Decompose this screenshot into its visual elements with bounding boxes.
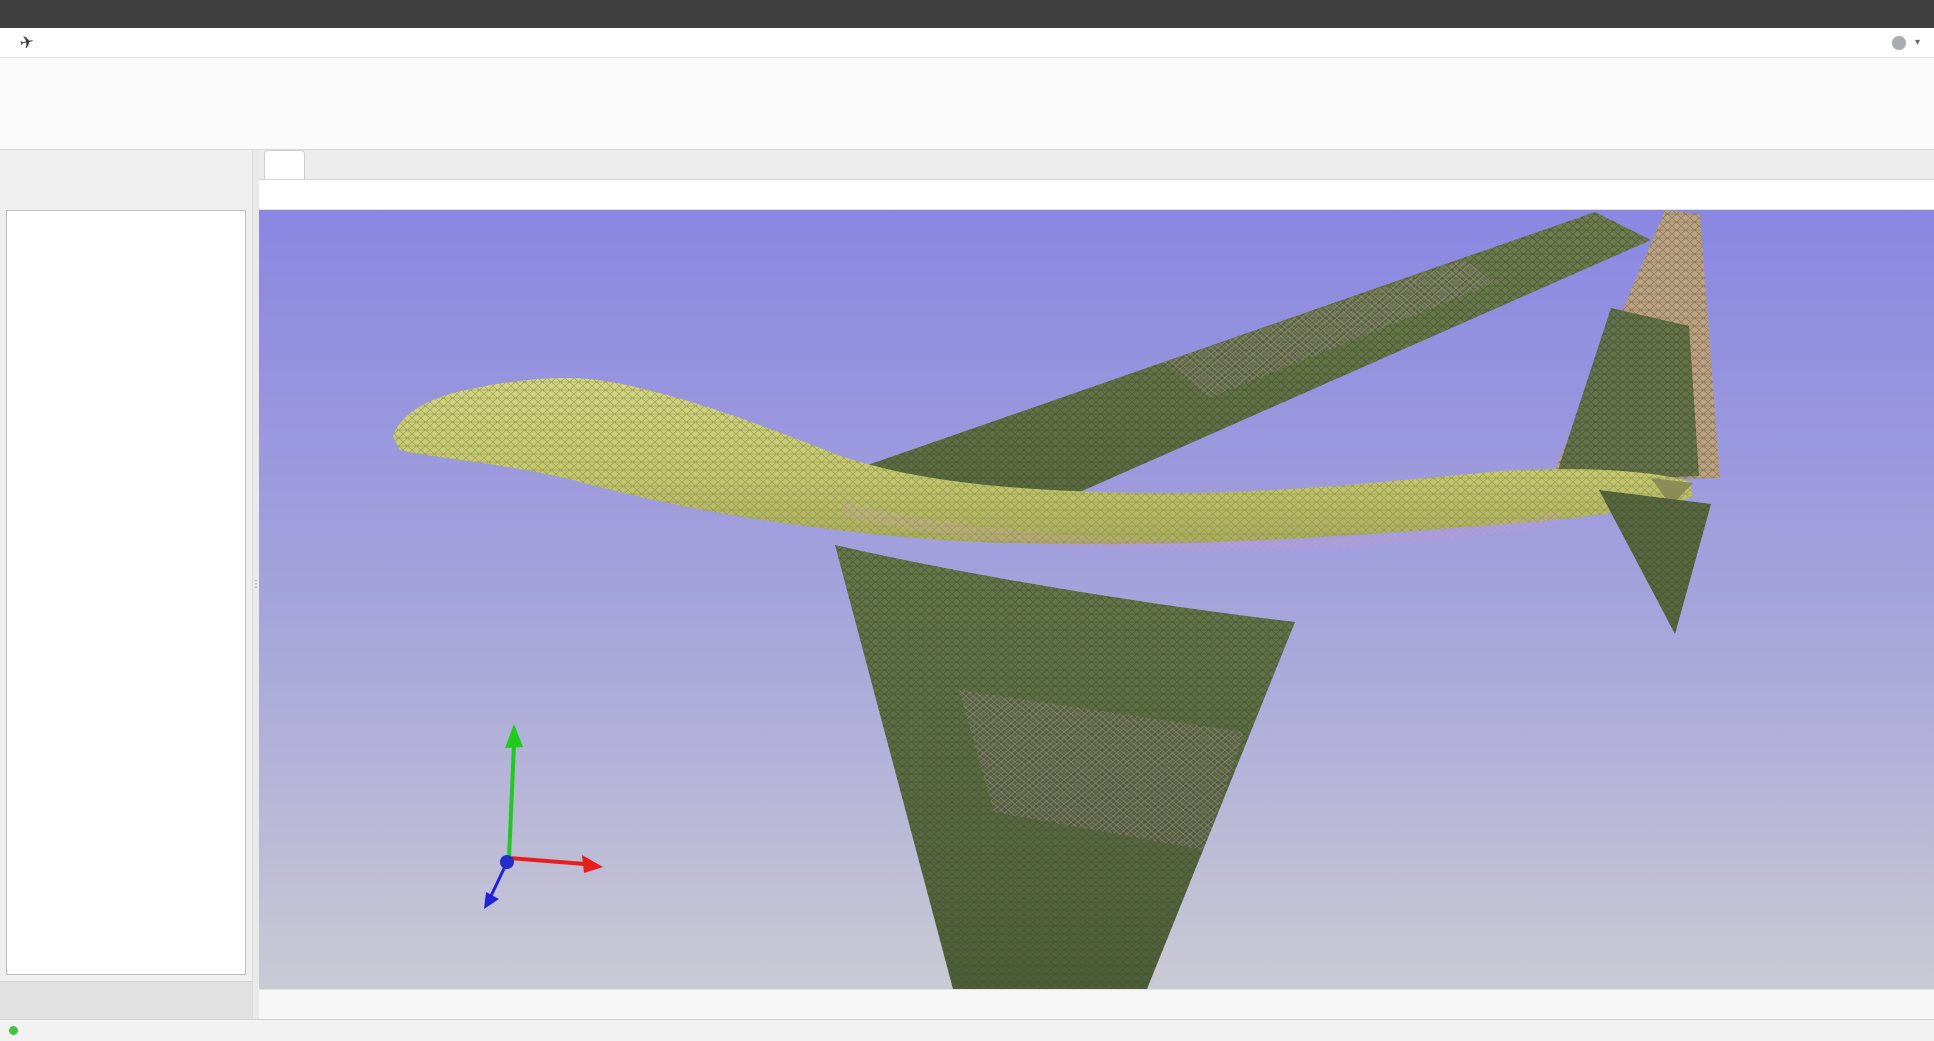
chevron-down-icon[interactable]: ▾: [1915, 37, 1920, 48]
minimize-button[interactable]: [1799, 0, 1844, 28]
document-tabs: [259, 150, 1934, 180]
project-tree: [6, 210, 246, 975]
menubar: ✈ ▾: [0, 28, 1934, 58]
maximize-button[interactable]: [1844, 0, 1889, 28]
viewport-canvas[interactable]: [259, 210, 1934, 989]
project-panel: [0, 150, 252, 1019]
menubar-right: ▾: [1883, 36, 1934, 50]
user-dot-icon[interactable]: [1892, 36, 1906, 50]
app-window: ✈ ▾ ⋮: [0, 0, 1934, 1041]
app-logo-plane-icon: ✈: [0, 27, 55, 58]
titlebar: [0, 0, 1934, 28]
viewport[interactable]: [259, 210, 1934, 989]
project-panel-bottom-tab[interactable]: [0, 981, 252, 1019]
project-panel-toolbar: [0, 178, 252, 208]
viewport-toolbar: [259, 180, 1934, 210]
status-ready-dot-icon: [9, 1026, 18, 1035]
main-area: [259, 150, 1934, 1019]
project-panel-header: [0, 150, 252, 178]
content: ⋮: [0, 150, 1934, 1019]
statusbar: [0, 1019, 1934, 1041]
message-bar: [259, 989, 1934, 1019]
panel-splitter[interactable]: ⋮: [252, 150, 259, 1019]
close-button[interactable]: [1889, 0, 1934, 28]
doc-tab-3d-view[interactable]: [264, 150, 305, 179]
window-controls: [1784, 0, 1934, 28]
ribbon: [0, 58, 1934, 150]
